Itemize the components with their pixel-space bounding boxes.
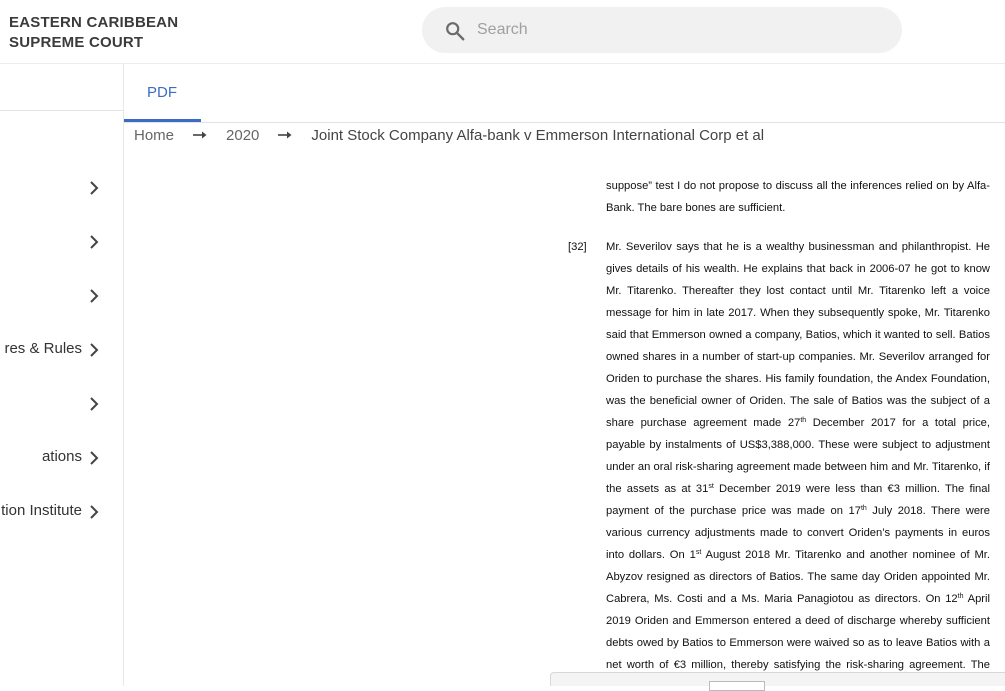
tab-bar: PDF: [124, 64, 1005, 123]
sidebar-divider: [0, 110, 123, 111]
chevron-right-icon: [90, 505, 99, 519]
sidebar-item-rules[interactable]: res & Rules: [0, 330, 123, 370]
sidebar-item-3[interactable]: [0, 276, 123, 316]
breadcrumb-current: Joint Stock Company Alfa-bank v Emmerson…: [311, 126, 765, 144]
sidebar-item-5[interactable]: [0, 384, 123, 424]
chevron-right-icon: [90, 181, 99, 195]
pdf-viewer[interactable]: suppose” test I do not propose to discus…: [124, 170, 1005, 686]
breadcrumb-home[interactable]: Home: [134, 127, 174, 144]
search-bar[interactable]: [422, 7, 902, 53]
document-paragraph-continued: suppose” test I do not propose to discus…: [606, 180, 990, 214]
document-paragraph: Mr. Severilov says that he is a wealthy …: [606, 236, 990, 686]
sidebar-item-publications[interactable]: ations: [0, 438, 123, 478]
chevron-right-icon: [90, 451, 99, 465]
chevron-right-icon: [90, 235, 99, 249]
logo-line-1: EASTERN CARIBBEAN: [9, 14, 179, 31]
paragraph-number: [32]: [568, 241, 587, 253]
search-icon: [446, 22, 465, 41]
sidebar-item-label: ations: [41, 448, 82, 465]
tab-pdf-label: PDF: [147, 84, 177, 101]
search-input[interactable]: [477, 7, 877, 53]
sidebar-item-1[interactable]: [0, 168, 123, 208]
site-logo[interactable]: EASTERN CARIBBEAN SUPREME COURT: [9, 13, 178, 53]
chevron-right-icon: [90, 289, 99, 303]
breadcrumb-year[interactable]: 2020: [226, 127, 259, 144]
arrow-right-icon: [193, 131, 207, 139]
chevron-right-icon: [90, 343, 99, 357]
sidebar-item-institute[interactable]: tion Institute: [0, 492, 123, 532]
breadcrumb: Home 2020 Joint Stock Company Alfa-bank …: [134, 124, 764, 146]
paragraph-text: Mr. Severilov says that he is a wealthy …: [606, 241, 990, 429]
page-number-input[interactable]: [709, 681, 765, 691]
tab-pdf[interactable]: PDF: [124, 64, 201, 122]
sidebar-item-label: res & Rules: [4, 340, 82, 357]
pdf-toolbar[interactable]: [550, 672, 1005, 691]
logo-line-2: SUPREME COURT: [9, 34, 144, 51]
sidebar-item-label: tion Institute: [1, 502, 82, 519]
arrow-right-icon: [278, 131, 292, 139]
sidebar: res & Rules ations tion Institute: [0, 64, 124, 686]
app-header: EASTERN CARIBBEAN SUPREME COURT: [0, 0, 1005, 64]
chevron-right-icon: [90, 397, 99, 411]
sidebar-item-2[interactable]: [0, 222, 123, 262]
